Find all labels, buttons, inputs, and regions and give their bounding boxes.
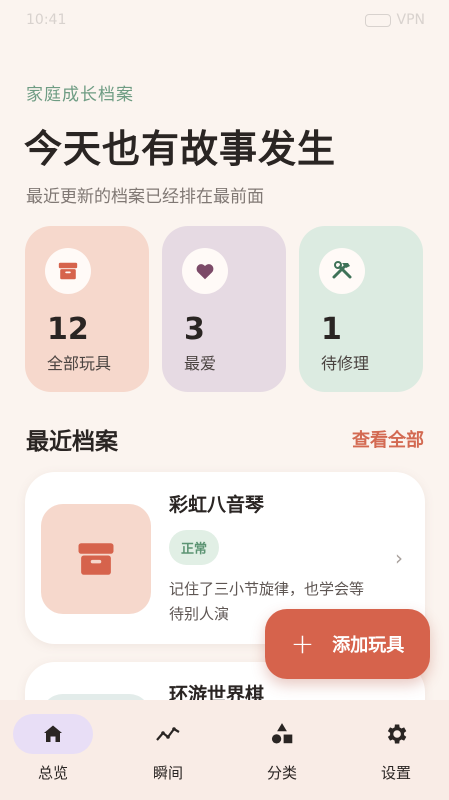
add-toy-label: 添加玩具 — [332, 635, 405, 656]
stat-label: 最爱 — [184, 354, 217, 373]
stat-label: 待修理 — [321, 354, 370, 373]
status-time: 10:41 — [26, 12, 67, 28]
nav-label: 总览 — [37, 764, 68, 782]
box-icon — [45, 248, 91, 294]
battery-icon — [364, 13, 391, 27]
gear-icon — [356, 714, 436, 754]
stat-label: 全部玩具 — [47, 354, 112, 373]
stat-value: 12 — [47, 312, 89, 347]
stat-card-favorites[interactable]: 3 最爱 — [162, 226, 286, 392]
status-badge: 正常 — [169, 530, 220, 565]
box-icon — [78, 543, 114, 575]
status-bar: 10:41 VPN — [0, 0, 449, 40]
trend-icon — [128, 714, 208, 754]
nav-label: 瞬间 — [152, 764, 183, 782]
status-vpn: VPN — [396, 12, 426, 28]
stat-value: 3 — [184, 312, 205, 347]
chevron-right-icon: › — [395, 546, 403, 570]
page-title: 今天也有故事发生 — [24, 127, 337, 171]
nav-item-categories[interactable]: 分类 — [241, 714, 323, 783]
nav-item-moments[interactable]: 瞬间 — [127, 714, 209, 783]
page-eyebrow: 家庭成长档案 — [26, 85, 134, 105]
heart-icon — [182, 248, 228, 294]
section-title: 最近档案 — [26, 429, 118, 455]
nav-label: 设置 — [380, 764, 411, 782]
plus-icon: + — [290, 627, 315, 660]
page-subtitle: 最近更新的档案已经排在最前面 — [26, 187, 264, 207]
see-all-link[interactable]: 查看全部 — [352, 426, 424, 452]
bottom-nav: 总览 瞬间 分类 设置 — [0, 700, 449, 800]
nav-item-overview[interactable]: 总览 — [12, 714, 94, 783]
nav-item-settings[interactable]: 设置 — [355, 714, 437, 783]
tools-icon — [319, 248, 365, 294]
home-icon — [13, 714, 93, 754]
status-icons: VPN — [364, 12, 426, 28]
stat-card-all-toys[interactable]: 12 全部玩具 — [25, 226, 149, 392]
stat-value: 1 — [321, 312, 342, 347]
add-toy-button[interactable]: + 添加玩具 — [265, 609, 430, 679]
record-thumbnail — [41, 504, 151, 614]
stat-card-to-repair[interactable]: 1 待修理 — [299, 226, 423, 392]
shapes-icon — [242, 714, 322, 754]
record-name: 彩虹八音琴 — [169, 494, 265, 516]
nav-label: 分类 — [266, 764, 297, 782]
